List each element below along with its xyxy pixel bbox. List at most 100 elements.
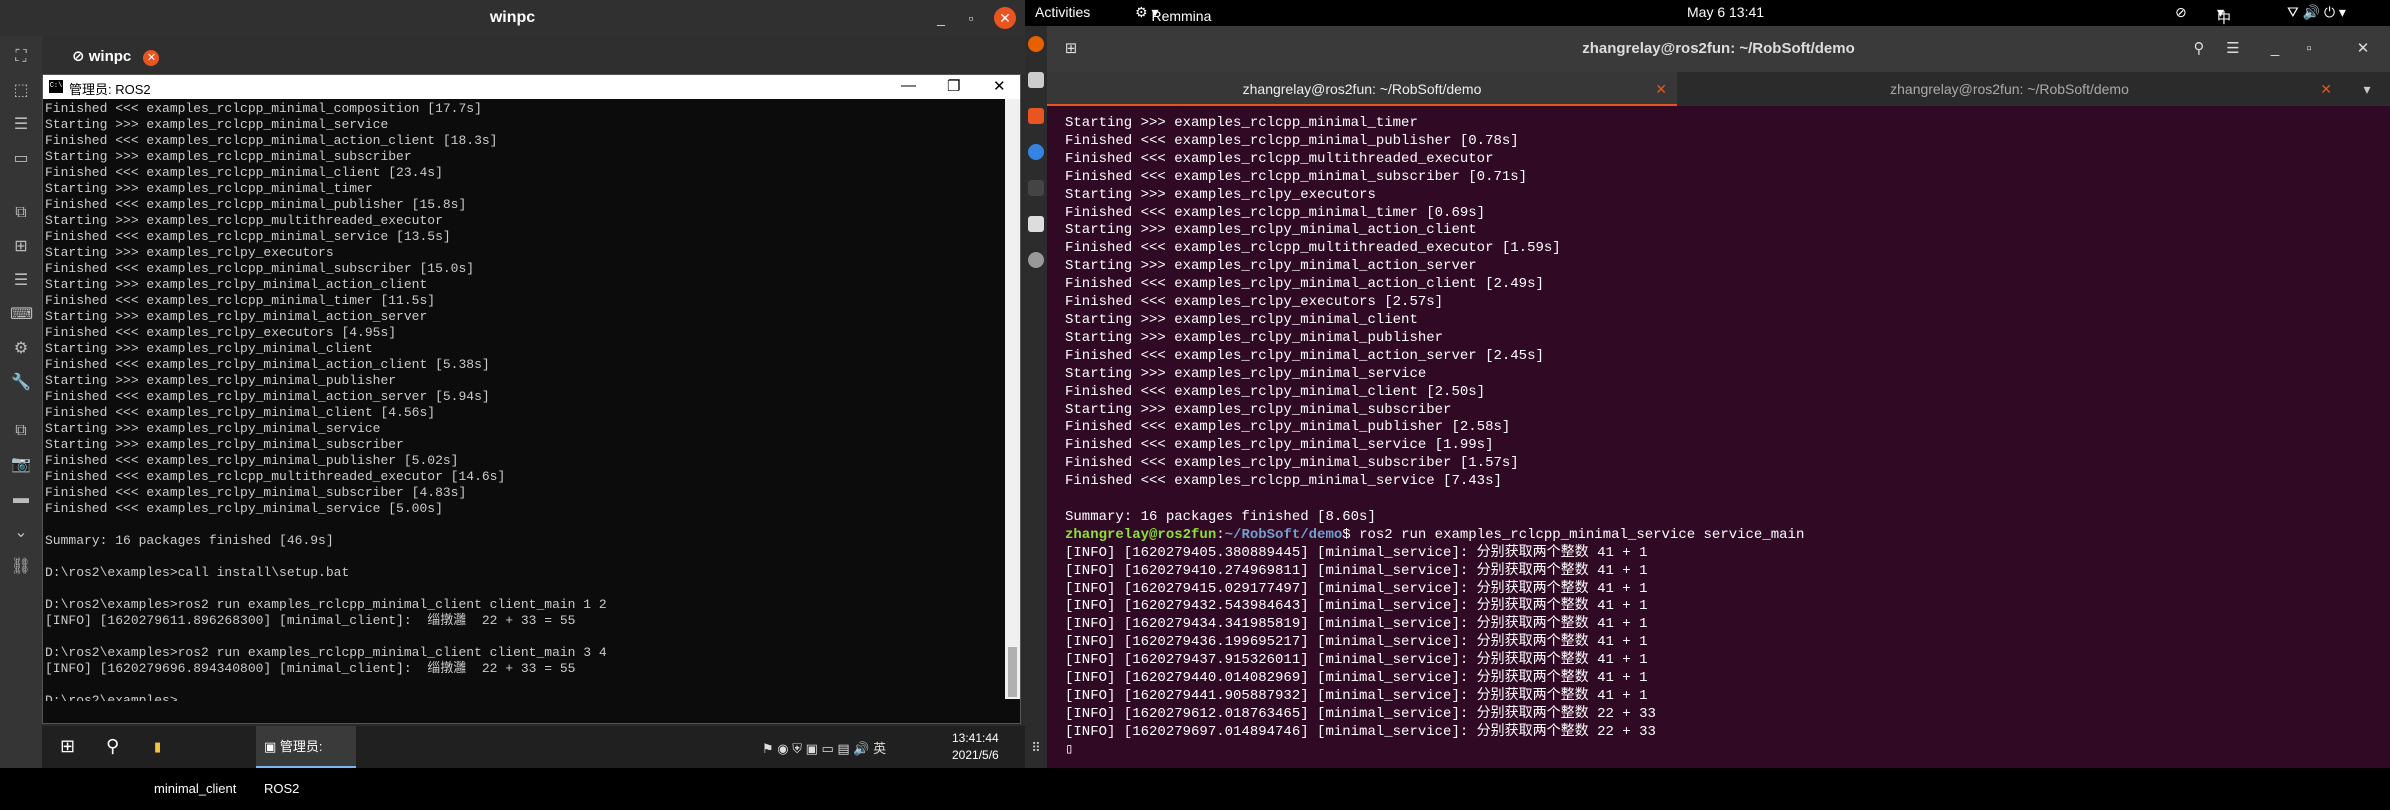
scale-icon[interactable]: ⧉ bbox=[10, 202, 32, 224]
restore-button[interactable]: ▫ bbox=[960, 7, 982, 29]
terminal-line: Starting >>> examples_rclpy_minimal_acti… bbox=[45, 277, 428, 292]
hamburger-menu-icon[interactable]: ☰ bbox=[2219, 36, 2247, 62]
terminal-build-log: Starting >>> examples_rclcpp_minimal_tim… bbox=[1065, 115, 2375, 527]
terminal-line: [INFO] [1620279434.341985819] [minimal_s… bbox=[1065, 616, 1648, 633]
help-icon[interactable] bbox=[1028, 144, 1044, 160]
files-icon[interactable] bbox=[1028, 72, 1044, 88]
terminal-service-log: [INFO] [1620279405.380889445] [minimal_s… bbox=[1065, 545, 2375, 742]
preferences-icon[interactable]: ⚙ bbox=[10, 338, 32, 360]
terminal-line: [INFO] [1620279410.274969811] [minimal_s… bbox=[1065, 562, 1648, 579]
close-button[interactable]: ✕ bbox=[994, 7, 1016, 29]
prompt-path: ~/RobSoft/demo bbox=[1224, 526, 1343, 543]
terminal-line: Finished <<< examples_rclcpp_minimal_sub… bbox=[45, 261, 475, 276]
prompt-command: $ ros2 run examples_rclcpp_minimal_servi… bbox=[1342, 526, 1805, 543]
screenshot-icon[interactable]: 📷 bbox=[10, 454, 32, 476]
taskbar-app-explorer[interactable]: ▮ minimal_client bbox=[154, 726, 246, 796]
minimize-button[interactable]: _ bbox=[930, 7, 952, 29]
terminal-line: Finished <<< examples_rclpy_minimal_publ… bbox=[1065, 419, 1511, 436]
taskbar-clock[interactable]: 13:41:44 2021/5/6 bbox=[952, 730, 999, 764]
windows-start-icon[interactable]: ⊞ bbox=[60, 736, 75, 757]
terminal-line: [INFO] [1620279612.018763465] [minimal_s… bbox=[1065, 705, 1656, 722]
remmina-tabbar: ⊘ winpc ✕ bbox=[42, 36, 1025, 74]
input-lang[interactable]: 英 bbox=[873, 741, 886, 756]
input-method[interactable]: 中 ▾ bbox=[2217, 4, 2231, 26]
search-icon[interactable]: ⚲ bbox=[2185, 36, 2213, 62]
terminal-line: Starting >>> examples_rclpy_minimal_clie… bbox=[1065, 311, 1418, 328]
firefox-icon[interactable] bbox=[1028, 36, 1044, 52]
terminal-line: D:\ros2\examples>ros2 run examples_rclcp… bbox=[45, 597, 607, 612]
cmd-minimize-button[interactable]: — bbox=[901, 77, 916, 94]
fullscreen-icon[interactable]: ⛶ bbox=[10, 46, 32, 68]
menu-icon[interactable]: ☰ bbox=[10, 114, 32, 136]
tab-close-icon[interactable]: ✕ bbox=[1655, 72, 1667, 106]
taskbar-app-cmd[interactable]: ▣ 管理员: ROS2 bbox=[256, 726, 356, 796]
ubuntu-terminal[interactable]: ⊞ zhangrelay@ros2fun: ~/RobSoft/demo ⚲ ☰… bbox=[1047, 26, 2390, 768]
scrollbar-thumb[interactable] bbox=[1008, 647, 1017, 697]
disconnect-icon[interactable]: ⛓ bbox=[10, 556, 32, 578]
minimize-icon[interactable]: ▬ bbox=[10, 488, 32, 510]
chevron-down-icon[interactable]: ⌄ bbox=[10, 522, 32, 544]
terminal-line: Starting >>> examples_rclpy_minimal_serv… bbox=[1065, 365, 1427, 382]
terminal-line: Starting >>> examples_rclpy_minimal_acti… bbox=[1065, 222, 1477, 239]
cmd-scrollbar[interactable] bbox=[1005, 99, 1020, 699]
tabs-menu-icon[interactable]: ▾ bbox=[2347, 72, 2387, 106]
terminal-line: Finished <<< examples_rclcpp_minimal_ser… bbox=[45, 229, 451, 244]
app-menu[interactable]: ⚙ Remmina ▾ bbox=[1135, 4, 1211, 24]
terminal-line: [INFO] [1620279697.014894746] [minimal_s… bbox=[1065, 723, 1656, 740]
terminal-line: Finished <<< examples_rclpy_minimal_publ… bbox=[45, 453, 459, 468]
clock-time: 13:41:44 bbox=[952, 731, 999, 745]
remmina-title: winpc bbox=[489, 9, 536, 26]
terminal-line: Finished <<< examples_rclpy_minimal_acti… bbox=[1065, 276, 1544, 293]
terminal-tab-1[interactable]: zhangrelay@ros2fun: ~/RobSoft/demo ✕ bbox=[1047, 72, 1677, 106]
prompt-user: zhangrelay@ros2fun bbox=[1065, 526, 1217, 543]
remmina-icon[interactable] bbox=[1028, 252, 1044, 268]
terminal-line: Starting >>> examples_rclpy_minimal_serv… bbox=[45, 421, 381, 436]
terminal-line: Finished <<< examples_rclpy_minimal_subs… bbox=[45, 485, 467, 500]
cmd-icon: ▣ bbox=[264, 739, 277, 754]
tab-close-icon[interactable]: ✕ bbox=[2320, 72, 2332, 106]
topbar-clock[interactable]: May 6 13:41 bbox=[1687, 4, 1764, 20]
minimize-button[interactable]: _ bbox=[2261, 36, 2289, 62]
tab-close-icon[interactable]: ✕ bbox=[143, 50, 160, 66]
dynamic-resolution-icon[interactable]: ⊞ bbox=[10, 236, 32, 258]
close-button[interactable]: ✕ bbox=[2349, 36, 2377, 62]
system-tray-icons[interactable]: ⛛ 🔊 ⏻ ▾ bbox=[2287, 4, 2346, 21]
terminal-line: [INFO] [1620279436.199695217] [minimal_s… bbox=[1065, 634, 1648, 651]
taskbar-app-label: minimal_client bbox=[154, 781, 237, 796]
terminal-line: [INFO] [1620279611.896268300] [minimal_c… bbox=[45, 613, 576, 628]
tab-label: zhangrelay@ros2fun: ~/RobSoft/demo bbox=[1242, 81, 1482, 97]
terminal-headerbar: ⊞ zhangrelay@ros2fun: ~/RobSoft/demo ⚲ ☰… bbox=[1047, 26, 2390, 72]
terminal-line: Finished <<< examples_rclpy_minimal_serv… bbox=[45, 501, 443, 516]
cmd-maximize-button[interactable]: ❐ bbox=[947, 77, 960, 95]
terminal-cursor: ▯ bbox=[1065, 741, 1074, 758]
tools-icon[interactable]: 🔧 bbox=[10, 372, 32, 394]
terminal-line: Finished <<< examples_rclcpp_multithread… bbox=[1065, 150, 1494, 167]
search-icon[interactable]: ⚲ bbox=[106, 736, 119, 757]
terminal-line: Starting >>> examples_rclpy_minimal_subs… bbox=[1065, 401, 1452, 418]
terminal-line: Finished <<< examples_rclcpp_minimal_cli… bbox=[45, 165, 443, 180]
terminal-line: Finished <<< examples_rclcpp_minimal_act… bbox=[45, 133, 498, 148]
activities-button[interactable]: Activities bbox=[1035, 4, 1090, 20]
terminal-line: Summary: 16 packages finished [8.60s] bbox=[1065, 508, 1376, 525]
tab-winpc[interactable]: ⊘ winpc ✕ bbox=[64, 42, 194, 72]
duplicate-icon[interactable]: ⧉ bbox=[10, 420, 32, 442]
fit-window-icon[interactable]: ⬚ bbox=[10, 80, 32, 102]
window-icon[interactable]: ▭ bbox=[10, 148, 32, 170]
tray-icon[interactable]: ⚑ ◉ ⛨ ▣ ▭ ▤ 🔊 bbox=[762, 741, 869, 756]
maximize-button[interactable]: ▫ bbox=[2295, 36, 2323, 62]
editor-icon[interactable] bbox=[1028, 216, 1044, 232]
quality-icon[interactable]: ☰ bbox=[10, 270, 32, 292]
software-icon[interactable] bbox=[1028, 108, 1044, 124]
terminal-icon[interactable] bbox=[1028, 180, 1044, 196]
terminal-line: Summary: 16 packages finished [46.9s] bbox=[45, 533, 334, 548]
terminal-tab-2[interactable]: zhangrelay@ros2fun: ~/RobSoft/demo ✕ bbox=[1677, 72, 2342, 106]
cmd-close-button[interactable]: ✕ bbox=[993, 77, 1006, 95]
cmd-window[interactable]: C:\ 管理员: ROS2 — ❐ ✕ Finished <<< example… bbox=[42, 74, 1021, 724]
status-icon[interactable]: ⊘ bbox=[2175, 4, 2187, 21]
show-apps-icon[interactable]: ⠿ bbox=[1028, 740, 1044, 756]
terminal-line: Starting >>> examples_rclcpp_minimal_ser… bbox=[45, 117, 389, 132]
keyboard-icon[interactable]: ⌨ bbox=[10, 304, 33, 326]
